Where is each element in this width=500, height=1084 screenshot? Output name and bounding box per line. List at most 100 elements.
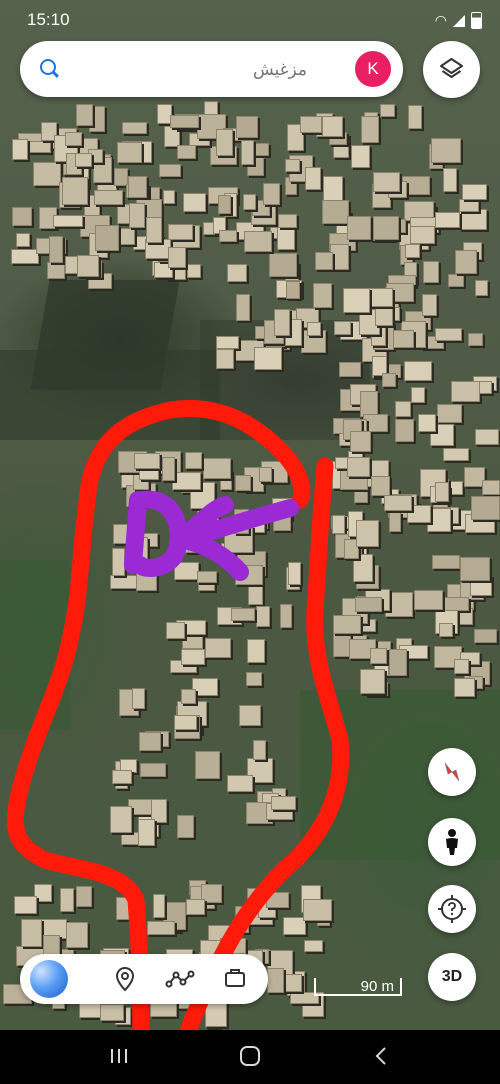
building bbox=[235, 115, 259, 139]
building bbox=[442, 448, 469, 461]
building bbox=[448, 273, 464, 287]
building bbox=[94, 190, 123, 206]
dark-field bbox=[0, 560, 70, 730]
avatar[interactable]: K bbox=[355, 51, 391, 87]
back-icon[interactable] bbox=[370, 1044, 392, 1068]
layers-button[interactable] bbox=[423, 41, 480, 98]
building bbox=[122, 121, 147, 135]
building bbox=[14, 896, 38, 914]
status-bar: 15:10 ◠ bbox=[0, 0, 500, 40]
building bbox=[132, 537, 148, 562]
building bbox=[271, 796, 296, 810]
building bbox=[114, 167, 129, 187]
home-icon[interactable] bbox=[238, 1044, 262, 1068]
building bbox=[235, 474, 252, 492]
building bbox=[184, 452, 203, 469]
building bbox=[165, 621, 185, 640]
building bbox=[342, 288, 371, 314]
projects-icon[interactable] bbox=[220, 964, 250, 994]
building bbox=[334, 321, 352, 335]
pin-icon[interactable] bbox=[110, 964, 140, 994]
dark-field bbox=[0, 350, 220, 440]
building bbox=[286, 281, 300, 300]
building bbox=[349, 430, 372, 452]
wifi-icon: ◠ bbox=[434, 12, 447, 28]
building bbox=[15, 232, 30, 247]
building bbox=[304, 940, 323, 953]
building bbox=[194, 751, 221, 780]
building bbox=[356, 520, 380, 548]
building bbox=[76, 886, 92, 907]
building bbox=[11, 138, 29, 161]
building bbox=[423, 261, 440, 284]
satellite-map[interactable] bbox=[0, 0, 500, 1030]
bottom-toolbar bbox=[20, 954, 268, 1004]
building bbox=[46, 261, 66, 280]
compass-button[interactable] bbox=[428, 748, 476, 796]
building bbox=[306, 322, 321, 337]
building bbox=[169, 114, 199, 128]
building bbox=[410, 386, 426, 403]
building bbox=[299, 115, 323, 134]
building bbox=[322, 116, 343, 137]
recents-icon[interactable] bbox=[108, 1044, 130, 1068]
building bbox=[196, 571, 217, 584]
building bbox=[161, 456, 175, 481]
system-nav-bar bbox=[0, 1030, 500, 1084]
building bbox=[128, 203, 146, 228]
building bbox=[276, 227, 296, 250]
status-time: 15:10 bbox=[27, 10, 70, 29]
pegman-icon bbox=[446, 829, 458, 855]
building bbox=[206, 508, 219, 527]
building bbox=[140, 762, 167, 778]
building bbox=[389, 649, 408, 676]
building bbox=[192, 677, 219, 696]
building bbox=[439, 623, 454, 638]
building bbox=[220, 938, 246, 955]
street-view-button[interactable] bbox=[428, 818, 476, 866]
building bbox=[473, 628, 498, 643]
building bbox=[115, 897, 142, 921]
search-bar[interactable]: K bbox=[20, 41, 403, 97]
building bbox=[48, 235, 64, 264]
building bbox=[167, 224, 194, 240]
building bbox=[111, 548, 125, 576]
building bbox=[230, 607, 255, 621]
search-input[interactable] bbox=[80, 53, 309, 87]
building bbox=[269, 253, 297, 278]
building bbox=[59, 888, 75, 913]
building bbox=[274, 308, 290, 336]
earth-icon[interactable] bbox=[30, 960, 68, 998]
building bbox=[417, 413, 436, 433]
building bbox=[393, 329, 414, 348]
building bbox=[227, 774, 254, 792]
building bbox=[234, 565, 264, 586]
building bbox=[174, 561, 200, 581]
building bbox=[351, 145, 371, 169]
building bbox=[422, 294, 437, 317]
building bbox=[235, 293, 250, 322]
building bbox=[186, 899, 206, 915]
building bbox=[475, 280, 488, 296]
measure-icon[interactable] bbox=[165, 964, 195, 994]
battery-icon bbox=[471, 12, 482, 29]
search-icon[interactable] bbox=[40, 59, 56, 75]
building bbox=[303, 899, 332, 922]
building bbox=[380, 104, 395, 117]
building bbox=[62, 177, 89, 205]
building bbox=[375, 305, 393, 326]
building bbox=[247, 639, 266, 664]
3d-toggle-button[interactable]: 3D bbox=[428, 953, 476, 1001]
building bbox=[253, 740, 267, 760]
building bbox=[435, 328, 462, 342]
building bbox=[277, 214, 298, 229]
building bbox=[127, 175, 148, 198]
building bbox=[204, 637, 231, 658]
building bbox=[370, 647, 387, 665]
building bbox=[110, 806, 132, 834]
help-button[interactable] bbox=[428, 885, 476, 933]
building bbox=[314, 251, 334, 271]
building bbox=[360, 669, 385, 694]
building bbox=[285, 158, 301, 173]
building bbox=[454, 249, 478, 275]
